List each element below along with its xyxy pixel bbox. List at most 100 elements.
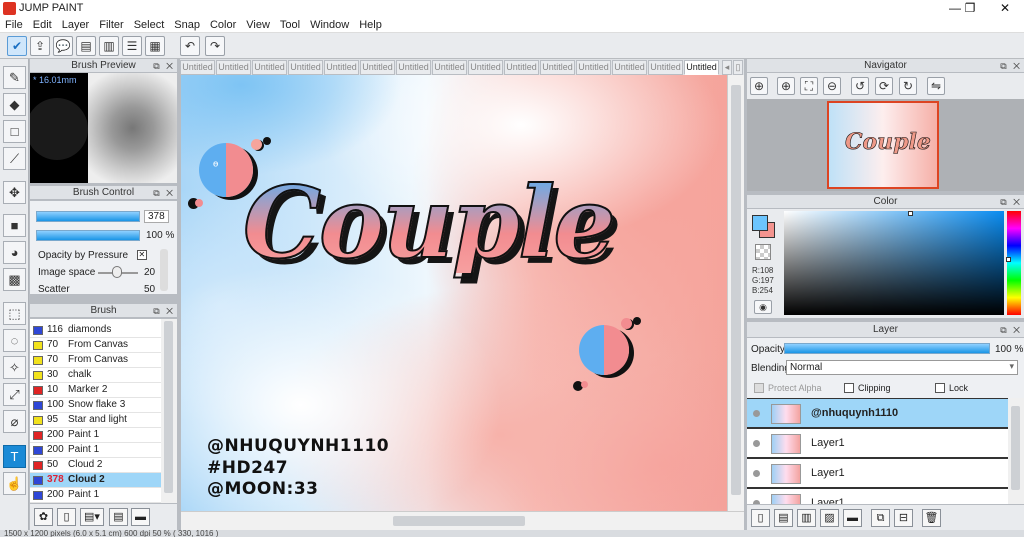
hand-icon[interactable]: ☝ <box>3 472 26 495</box>
document-tab[interactable]: Untitled <box>576 60 611 75</box>
transparent-swatch[interactable] <box>755 244 771 260</box>
eyedropper-icon[interactable]: ⌀ <box>3 410 26 433</box>
document-tab[interactable]: Untitled <box>648 60 683 75</box>
layer-visibility-icon[interactable] <box>753 410 760 417</box>
speech-icon[interactable]: 💬 <box>53 36 73 56</box>
document-icon[interactable]: ▥ <box>99 36 119 56</box>
merge-layer-icon[interactable]: ⊟ <box>894 509 913 527</box>
document-tab[interactable]: Untitled <box>540 60 575 75</box>
copy-layer-icon[interactable]: ▤ <box>774 509 793 527</box>
layer-visibility-icon[interactable] <box>753 470 760 477</box>
brush-copy-icon[interactable]: ▤ <box>109 508 128 526</box>
document-tab[interactable]: Untitled <box>288 60 323 75</box>
brush-item[interactable]: 70 From Canvas <box>30 353 161 368</box>
rotate-reset-icon[interactable]: ⟳ <box>875 77 893 95</box>
comment-icon[interactable]: ▤ <box>76 36 96 56</box>
brush-add-icon[interactable]: ✿ <box>34 508 53 526</box>
menu-view[interactable]: View <box>241 17 275 33</box>
size-value[interactable]: 378 <box>144 210 169 223</box>
menu-tool[interactable]: Tool <box>275 17 305 33</box>
brush-item[interactable]: 95 Star and light <box>30 413 161 428</box>
brush-item[interactable]: 10 Marker 2 <box>30 383 161 398</box>
brush-new-icon[interactable]: ▯ <box>57 508 76 526</box>
move-icon[interactable]: ✥ <box>3 181 26 204</box>
document-tab[interactable]: Untitled <box>684 60 719 75</box>
document-tab[interactable]: Untitled <box>504 60 539 75</box>
layer-list-scrollbar[interactable] <box>1008 398 1024 504</box>
panel-close-icon[interactable]: ⧉ ✕ <box>1000 323 1022 338</box>
layer-folder-icon[interactable]: ▬ <box>843 509 862 527</box>
menu-color[interactable]: Color <box>205 17 241 33</box>
layer-item[interactable]: Layer1 <box>747 428 1008 458</box>
brush-list-scrollbar[interactable] <box>161 319 177 503</box>
menu-select[interactable]: Select <box>129 17 170 33</box>
lasso-icon[interactable]: ◌ <box>3 329 26 352</box>
check-icon[interactable]: ✔ <box>7 36 27 56</box>
menu-file[interactable]: File <box>0 17 28 33</box>
new-layer-icon[interactable]: ▯ <box>751 509 770 527</box>
menu-help[interactable]: Help <box>354 17 387 33</box>
select-rect-icon[interactable]: □ <box>3 120 26 143</box>
pen-icon[interactable]: ✎ <box>3 66 26 89</box>
brush-item[interactable]: 200 Paint 1 <box>30 428 161 443</box>
document-tab[interactable]: Untitled <box>180 60 215 75</box>
canvas-horizontal-scrollbar[interactable] <box>181 511 744 530</box>
panel-close-icon[interactable]: ⧉ ✕ <box>1000 196 1022 209</box>
opacity-by-pressure-row[interactable]: Opacity by Pressure ✕ <box>38 250 147 261</box>
panel-close-icon[interactable]: ⧉ ✕ <box>153 60 175 73</box>
document-tab[interactable]: Untitled <box>396 60 431 75</box>
brush-item[interactable]: 70 From Canvas <box>30 338 161 353</box>
brush-item[interactable]: 116 diamonds <box>30 323 161 338</box>
document-tab[interactable]: Untitled <box>324 60 359 75</box>
line-icon[interactable]: ⟋ <box>3 147 26 170</box>
rotate-right-icon[interactable]: ↻ <box>899 77 917 95</box>
transform-icon[interactable]: ⤢ <box>3 383 26 406</box>
layer-opacity-slider[interactable] <box>784 343 990 354</box>
layer-texture-icon[interactable]: ▨ <box>820 509 839 527</box>
brush-folder-icon[interactable]: ▬ <box>131 508 150 526</box>
zoom-out-icon[interactable]: ⊖ <box>823 77 841 95</box>
menu-snap[interactable]: Snap <box>169 17 205 33</box>
gradient-icon[interactable]: ▩ <box>3 268 26 291</box>
menu-window[interactable]: Window <box>305 17 354 33</box>
blending-select[interactable]: Normal ▾ <box>786 360 1018 375</box>
tab-menu-icon[interactable]: ▯ <box>733 60 743 75</box>
duplicate-layer-icon[interactable]: ⧉ <box>871 509 890 527</box>
close-button[interactable]: ✕ <box>990 0 1020 17</box>
palette-icon[interactable]: ◉ <box>754 300 772 314</box>
brush-item[interactable]: 200 Paint 1 <box>30 488 161 503</box>
bucket-icon[interactable]: ◕ <box>3 241 26 264</box>
zoom-in-icon[interactable]: ⊕ <box>777 77 795 95</box>
maximize-button[interactable]: ❐ <box>955 0 985 17</box>
document-tab[interactable]: Untitled <box>612 60 647 75</box>
layer-visibility-icon[interactable] <box>753 440 760 447</box>
text-icon[interactable]: T <box>3 445 26 468</box>
brush-item[interactable]: 378 Cloud 2 <box>30 473 161 488</box>
panel-close-icon[interactable]: ⧉ ✕ <box>153 187 175 200</box>
document-tab[interactable]: Untitled <box>360 60 395 75</box>
layer-text-icon[interactable]: ▥ <box>797 509 816 527</box>
document-tab[interactable]: Untitled <box>216 60 251 75</box>
fit-screen-icon[interactable]: ⛶ <box>800 77 818 95</box>
undo-button[interactable]: ↶ <box>180 36 200 56</box>
image-space-handle[interactable] <box>112 266 122 278</box>
canvas-vertical-scrollbar[interactable] <box>727 75 744 511</box>
foreground-color-swatch[interactable] <box>752 215 768 231</box>
list-icon[interactable]: ☰ <box>122 36 142 56</box>
brush-control-scrollbar[interactable] <box>160 249 168 291</box>
delete-layer-icon[interactable]: 🗑 <box>922 509 941 527</box>
rotate-left-icon[interactable]: ↺ <box>851 77 869 95</box>
share-icon[interactable]: ⇪ <box>30 36 50 56</box>
panel-close-icon[interactable]: ⧉ ✕ <box>153 305 175 318</box>
flip-icon[interactable]: ⇋ <box>927 77 945 95</box>
hue-marker[interactable] <box>1006 257 1011 262</box>
tab-scroll-left-icon[interactable]: ◂ <box>722 60 732 75</box>
layer-item[interactable]: Layer1 <box>747 458 1008 488</box>
navigator-thumbnail[interactable]: Couple <box>827 101 939 189</box>
drawing-canvas[interactable]: ᶱ Couple Couple @NHUQUYNH1110 #HD247 @MO… <box>181 75 727 511</box>
opacity-slider[interactable] <box>36 230 140 241</box>
brush-menu-icon[interactable]: ▤▾ <box>80 508 104 526</box>
document-tab[interactable]: Untitled <box>432 60 467 75</box>
opacity-by-pressure-checkbox[interactable]: ✕ <box>136 250 147 261</box>
brush-item[interactable]: 30 chalk <box>30 368 161 383</box>
